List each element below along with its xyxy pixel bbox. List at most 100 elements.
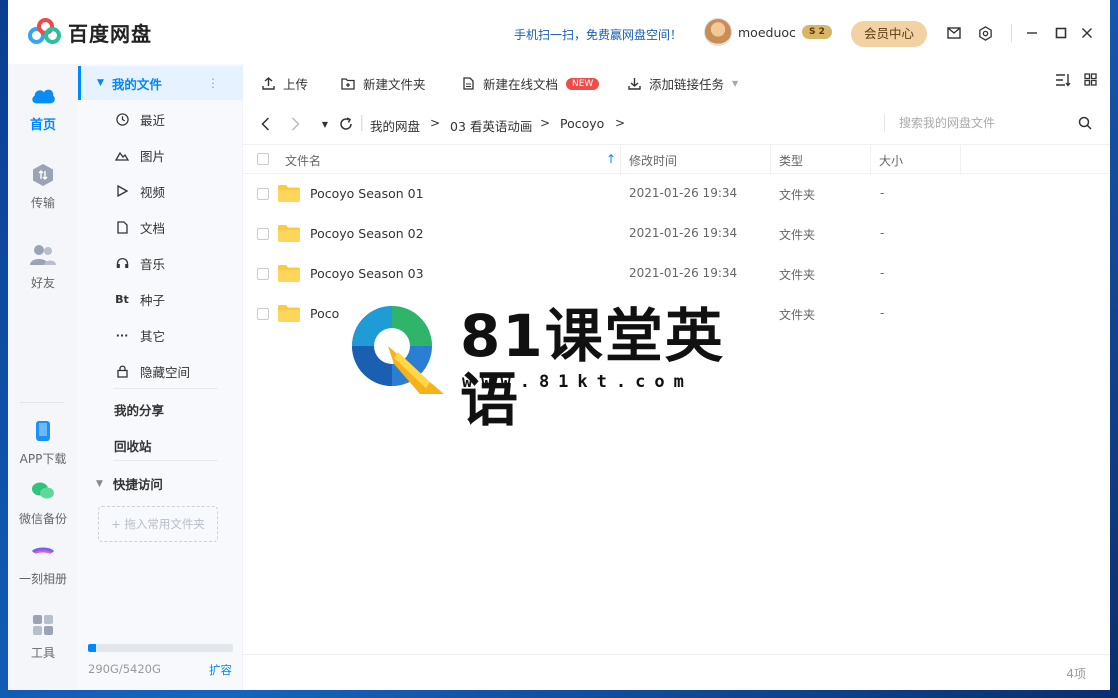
column-header-name[interactable]: 文件名 <box>285 152 321 169</box>
sidebar-item-recent[interactable]: 最近 <box>114 105 234 133</box>
sidebar-item-my-files[interactable]: ▼ 我的文件 ⋮ <box>78 66 243 100</box>
rail-tools[interactable]: 工具 <box>8 612 78 661</box>
sort-icon <box>1055 72 1071 88</box>
column-header-type[interactable]: 类型 <box>779 152 803 169</box>
rail-app-download[interactable]: APP下载 <box>8 418 78 467</box>
upload-label: 上传 <box>283 77 309 92</box>
table-row[interactable]: Pocoyo Season 03 2021-01-26 19:34 文件夹 - <box>243 254 1110 294</box>
chevron-right-icon: > <box>430 116 441 130</box>
rail-wechat-backup[interactable]: 微信备份 <box>8 478 78 527</box>
row-checkbox[interactable] <box>257 188 269 200</box>
grid-view-button[interactable] <box>1083 72 1097 86</box>
history-dropdown-icon[interactable]: ▼ <box>318 117 332 131</box>
rail-album[interactable]: 一刻相册 <box>8 538 78 587</box>
caret-down-icon: ▼ <box>96 478 103 489</box>
row-checkbox[interactable] <box>257 228 269 240</box>
chevron-right-icon: > <box>615 116 626 130</box>
add-link-task-button[interactable]: 添加链接任务 ▼ <box>627 74 738 93</box>
username[interactable]: moeduoc <box>738 25 796 40</box>
sidebar-item-hidden-space[interactable]: 隐藏空间 <box>114 357 234 385</box>
avatar[interactable] <box>704 18 732 46</box>
chevron-right-icon: > <box>540 116 551 130</box>
sidebar-quick-access[interactable]: ▼ 快捷访问 <box>96 474 163 493</box>
minimize-icon[interactable] <box>1023 24 1041 42</box>
sidebar-item-label: 视频 <box>140 184 166 200</box>
select-all-checkbox[interactable] <box>257 153 269 165</box>
upload-button[interactable]: 上传 <box>261 74 308 93</box>
member-center-button[interactable]: 会员中心 <box>851 21 927 47</box>
sidebar-item-images[interactable]: 图片 <box>114 141 234 169</box>
sidebar-item-my-share[interactable]: 我的分享 <box>114 400 164 419</box>
maximize-icon[interactable] <box>1052 24 1070 42</box>
back-icon[interactable] <box>258 117 272 131</box>
close-icon[interactable] <box>1078 24 1096 42</box>
breadcrumb-item[interactable]: 我的网盘 <box>370 116 420 135</box>
sidebar-item-videos[interactable]: 视频 <box>114 177 234 205</box>
sidebar-item-label: 我的文件 <box>111 76 162 92</box>
sidebar-item-recycle-bin[interactable]: 回收站 <box>114 436 152 455</box>
column-divider <box>770 145 771 175</box>
mail-icon[interactable] <box>945 24 963 42</box>
item-count: 4项 <box>1066 667 1086 681</box>
new-online-doc-label: 新建在线文档 <box>483 77 559 92</box>
rail-friends[interactable]: 好友 <box>8 242 78 291</box>
new-folder-button[interactable]: 新建文件夹 <box>341 74 426 93</box>
file-name[interactable]: Pocoyo Season 02 <box>310 226 424 241</box>
search-icon[interactable] <box>1078 116 1092 130</box>
file-size: - <box>880 266 885 280</box>
promo-link[interactable]: 手机扫一扫，免费赢网盘空间！ <box>514 26 682 43</box>
column-header-modified[interactable]: 修改时间 <box>629 152 677 169</box>
image-icon <box>114 147 130 163</box>
app-window: 百度网盘 手机扫一扫，免费赢网盘空间！ moeduoc S 2 会员中心 首页 … <box>8 0 1110 690</box>
row-checkbox[interactable] <box>257 308 269 320</box>
expand-storage-link[interactable]: 扩容 <box>209 662 232 678</box>
quick-access-drop-zone[interactable]: + 拖入常用文件夹 <box>98 506 218 542</box>
sidebar: ▼ 我的文件 ⋮ 最近 图片 视频 文档 音乐 Bt 种子 ··· 其它 隐藏空… <box>78 64 243 690</box>
watermark-logo-icon <box>352 306 444 394</box>
new-online-doc-button[interactable]: 新建在线文档 NEW <box>461 74 600 93</box>
breadcrumb-item[interactable]: Pocoyo <box>560 116 604 131</box>
bt-icon: Bt <box>115 292 129 306</box>
sidebar-item-documents[interactable]: 文档 <box>114 213 234 241</box>
phone-icon <box>30 418 56 444</box>
add-link-task-label: 添加链接任务 <box>649 77 725 92</box>
folder-icon <box>278 185 300 202</box>
rail-transfer[interactable]: 传输 <box>8 162 78 211</box>
file-type: 文件夹 <box>779 268 816 282</box>
column-header-size[interactable]: 大小 <box>879 152 903 169</box>
file-name[interactable]: Pocoyo Season 01 <box>310 186 424 201</box>
user-profile[interactable]: moeduoc S 2 <box>704 18 832 46</box>
sidebar-item-other[interactable]: ··· 其它 <box>114 321 234 349</box>
sidebar-item-music[interactable]: 音乐 <box>114 249 234 277</box>
search-input[interactable] <box>899 114 1069 132</box>
table-row[interactable]: Pocoyo Season 02 2021-01-26 19:34 文件夹 - <box>243 214 1110 254</box>
more-vertical-icon[interactable]: ⋮ <box>207 76 219 90</box>
file-name[interactable]: Pocoyo Season 03 <box>310 266 424 281</box>
caret-down-icon: ▼ <box>97 78 104 88</box>
sort-ascending-icon[interactable]: ↑ <box>606 152 616 166</box>
gear-icon[interactable] <box>976 24 994 42</box>
rail-label: 工具 <box>30 646 55 660</box>
search-divider <box>884 114 885 132</box>
breadcrumb-item[interactable]: 03 看英语动画 <box>450 116 532 135</box>
chevron-down-icon[interactable]: ▼ <box>732 79 738 88</box>
document-icon <box>114 219 130 235</box>
table-row[interactable]: Pocoyo Season 01 2021-01-26 19:34 文件夹 - <box>243 174 1110 214</box>
sidebar-item-label: 图片 <box>140 148 166 164</box>
folder-plus-icon <box>341 77 355 91</box>
sidebar-divider <box>114 388 218 389</box>
file-name[interactable]: Poco <box>310 306 339 321</box>
row-checkbox[interactable] <box>257 268 269 280</box>
sidebar-item-torrents[interactable]: Bt 种子 <box>114 285 234 313</box>
forward-icon[interactable] <box>288 117 302 131</box>
file-type: 文件夹 <box>779 308 816 322</box>
headphones-icon <box>114 255 130 271</box>
refresh-icon[interactable] <box>339 117 353 131</box>
column-divider <box>870 145 871 175</box>
sidebar-item-label: 其它 <box>140 328 166 344</box>
watermark-url: www.81kt.com <box>462 372 693 392</box>
left-rail: 首页 传输 好友 APP下载 微信备份 一刻相册 工具 <box>8 64 78 690</box>
album-icon <box>30 538 56 564</box>
rail-home[interactable]: 首页 <box>8 82 78 133</box>
sort-button[interactable] <box>1055 72 1071 88</box>
